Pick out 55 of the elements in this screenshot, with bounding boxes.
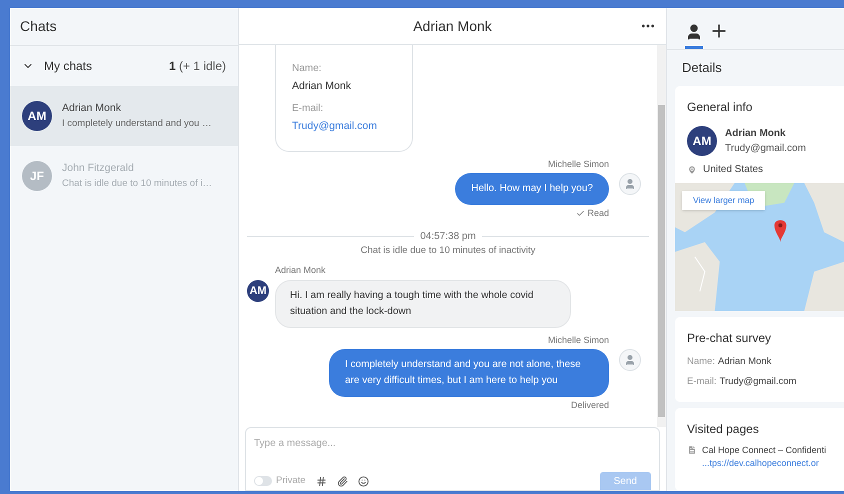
group-toggle[interactable]: My chats 1 (+ 1 idle) [10, 46, 238, 86]
chat-name: John Fitzgerald [62, 161, 135, 176]
details-title: Details [682, 59, 722, 78]
system-message: Chat is idle due to 10 minutes of inactivity [360, 244, 536, 258]
hash-icon[interactable] [316, 476, 327, 486]
avatar: AM [687, 126, 717, 156]
message-composer[interactable]: Type a message... Private Send [245, 427, 660, 491]
message-status: Read [587, 207, 609, 219]
smile-icon[interactable] [358, 476, 369, 486]
private-label: Private [276, 474, 306, 488]
chat-preview: Chat is idle due to 10 minutes of i… [62, 176, 212, 191]
field-label: E-mail: [292, 102, 324, 116]
avatar: JF [22, 161, 52, 191]
view-larger-map-button[interactable]: View larger map [682, 191, 766, 210]
field-label: Name: [292, 62, 322, 76]
person-icon [685, 23, 703, 41]
message-author: Michelle Simon [548, 158, 609, 170]
contact-name: Adrian Monk [725, 127, 787, 141]
pin-icon [687, 164, 697, 174]
panel-title: Chats [20, 17, 57, 36]
agent-message-bubble: Hello. How may I help you? [455, 173, 609, 205]
chat-list-item[interactable]: JF John Fitzgerald Chat is idle due to 10 minutes of i… [10, 146, 238, 206]
card-title: General info [686, 99, 754, 116]
page-title: Cal Hope Connect – Confidenti [702, 444, 826, 457]
contact-location: United States [703, 163, 764, 177]
field-value: Trudy@gmail.com [720, 375, 796, 390]
message-author: Adrian Monk [275, 264, 326, 278]
avatar: AM [22, 101, 52, 131]
contact-email: Trudy@gmail.com [725, 142, 806, 156]
scrollbar[interactable] [657, 45, 666, 427]
message-time: 04:57:38 pm [420, 230, 476, 244]
page-link[interactable]: ...tps://dev.calhopeconnect.or [702, 457, 826, 470]
conversation-title: Adrian Monk [413, 16, 492, 36]
avatar: AM [247, 280, 269, 302]
card-title: Pre-chat survey [687, 330, 772, 347]
message-author: Michelle Simon [548, 334, 609, 347]
visitor-message-bubble: Hi. I am really having a tough time with the whole covid situation and the lock-down [275, 280, 571, 328]
field-label: E-mail: [687, 375, 717, 390]
chat-name: Adrian Monk [62, 101, 122, 116]
field-label: Name: [687, 355, 715, 369]
page-icon [687, 444, 697, 454]
message-status: Delivered [570, 399, 609, 412]
paperclip-icon[interactable] [336, 476, 348, 486]
field-value: Adrian Monk [292, 79, 352, 94]
message-input[interactable]: Type a message... [254, 428, 651, 451]
field-value: Adrian Monk [718, 355, 772, 369]
card-title: Visited pages [687, 420, 760, 438]
agent-avatar-icon [619, 349, 641, 372]
chat-preview: I completely understand and you … [62, 116, 212, 131]
private-toggle[interactable] [254, 476, 272, 486]
email-link[interactable]: Trudy@gmail.com [292, 118, 396, 134]
agent-avatar-icon [619, 173, 641, 195]
chat-list-item[interactable]: AM Adrian Monk I completely understand and you … [10, 86, 238, 146]
panel-tab[interactable] [685, 23, 703, 49]
agent-message-bubble: I completely understand and you are not alone, these are very difficult times, but I am here to help you [329, 349, 609, 398]
